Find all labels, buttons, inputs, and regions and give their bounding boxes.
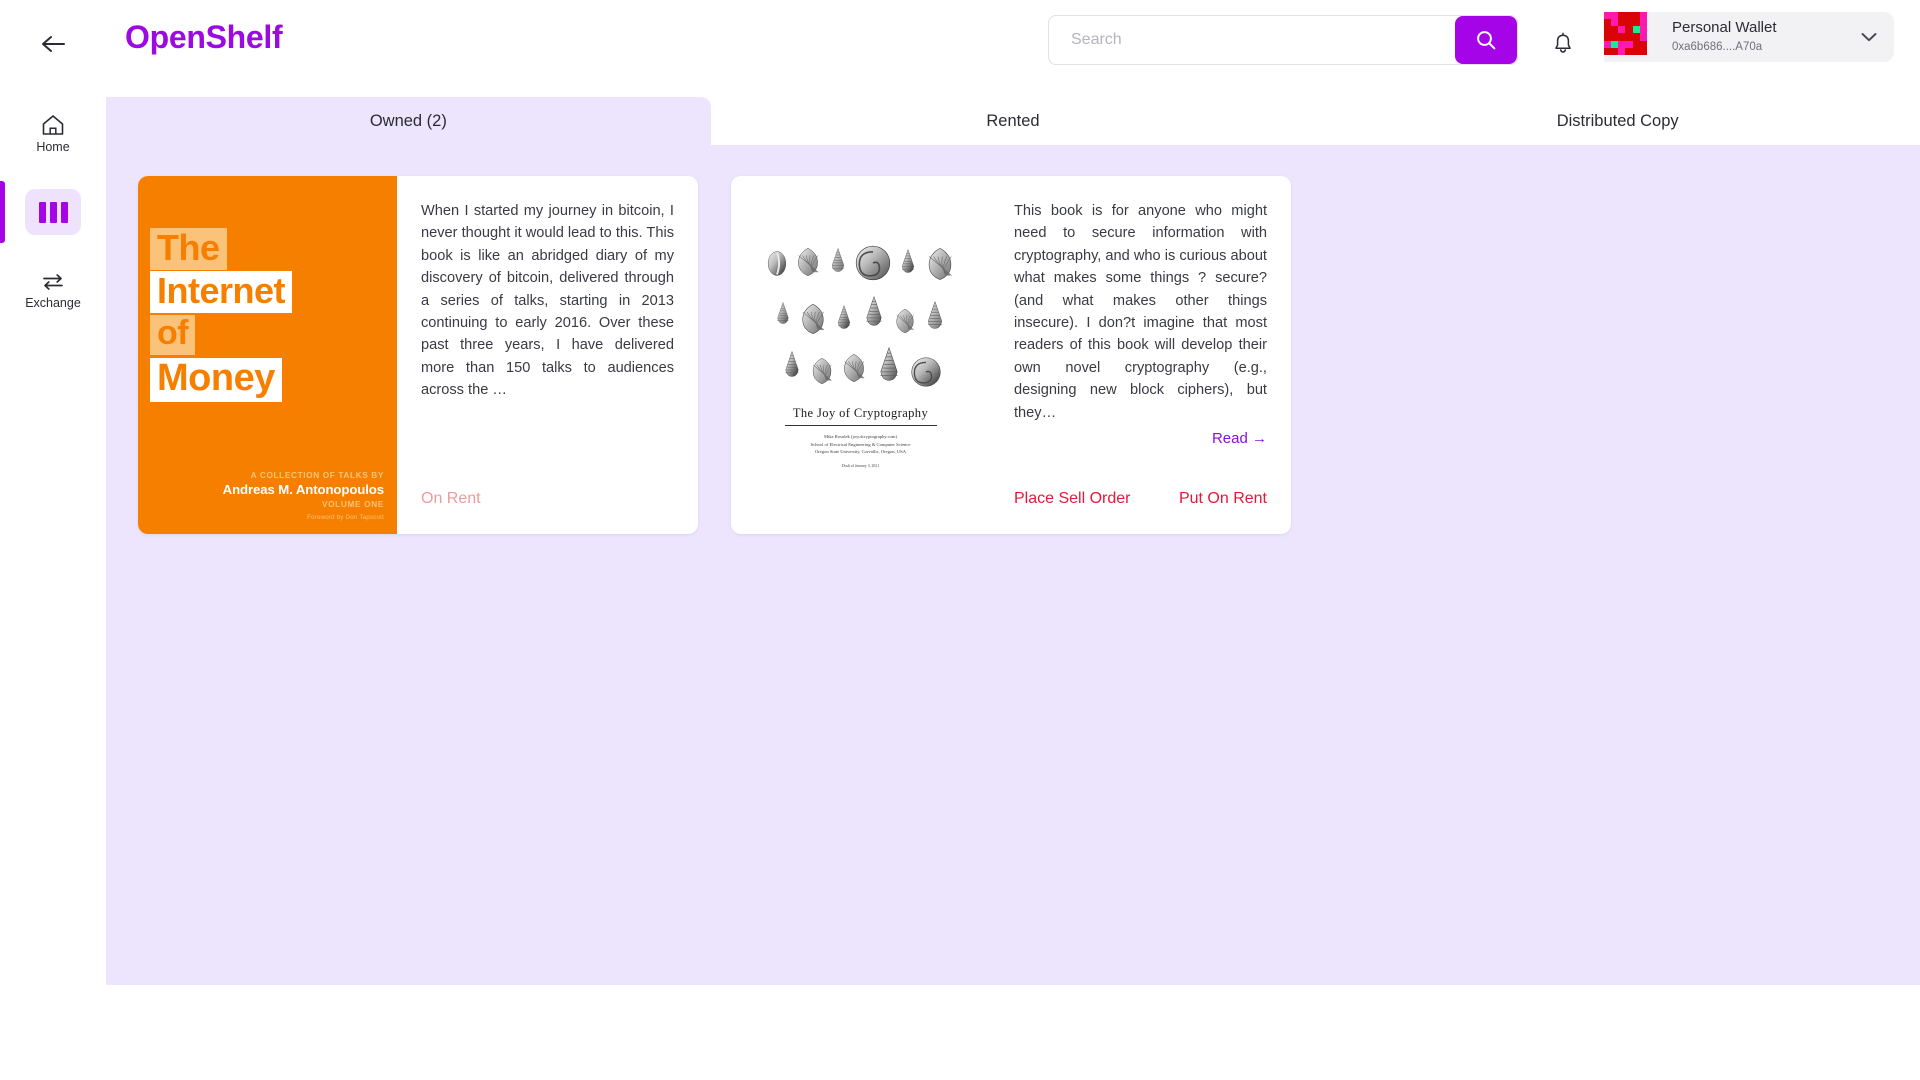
shell-icon [802,303,825,334]
sidebar-item-bookshelf[interactable] [0,181,106,243]
book-card-actions: On Rent [421,490,674,508]
sidebar-item-home[interactable]: Home [0,101,106,165]
sidebar-item-label: Home [36,139,70,154]
app-header: OpenShelf Personal Wallet 0 [0,0,1920,86]
shelf-bar [38,201,46,223]
search-input[interactable] [1049,16,1455,64]
bell-icon [1555,32,1571,53]
book-cover-internet-of-money: The Internet of Money A COLLECTION OF TA… [138,176,397,534]
wallet-name: Personal Wallet [1672,19,1777,37]
read-button[interactable]: Read → [1212,430,1267,447]
sidebar: Home Exchange [0,86,106,1080]
cover-title-line: The [150,228,227,271]
arrow-left-icon [42,36,65,52]
brand-logo[interactable]: OpenShelf [125,19,283,56]
search-button[interactable] [1455,16,1517,64]
cover-title-line: of [150,315,196,356]
cover-title: The Joy of Cryptography [792,406,929,420]
shell-icon [837,304,851,329]
home-icon [42,114,64,135]
shell-icon [866,295,882,326]
avatar [1604,12,1654,62]
cover-foreword: Foreword by Don Tapscott [307,514,384,521]
cover-title-line: Money [150,358,282,403]
book-card-actions: Place Sell Order Put On Rent [1014,490,1267,508]
shell-icon [777,301,789,324]
wallet-dropdown-toggle[interactable] [1860,31,1878,43]
shell-icon [927,300,943,329]
book-card-body: This book is for anyone who might need t… [990,176,1291,534]
shelf-bar [49,201,57,223]
exchange-arrows-icon [43,273,63,290]
book-card-list: The Internet of Money A COLLECTION OF TA… [138,176,1291,534]
bookshelf-icon [25,189,81,235]
shell-icon [843,353,864,383]
shell-icon [784,350,799,377]
shell-icon [879,346,898,381]
book-cover-joy-of-cryptography: The Joy of Cryptography Mike Rosulek (jo… [731,176,990,534]
back-button[interactable] [38,30,70,58]
cover-author: Andreas M. Antonopoulos [222,482,384,497]
shelf-bar [60,201,68,223]
wallet-selector[interactable]: Personal Wallet 0xa6b686....A70a [1604,11,1894,63]
shell-icon [798,247,819,277]
cover-credits: A COLLECTION OF TALKS BY Andreas M. Anto… [223,470,384,521]
search-icon [1477,31,1496,50]
shell-icon [928,248,952,280]
shell-illustration [761,236,961,390]
wallet-info: Personal Wallet 0xa6b686....A70a [1654,12,1894,62]
cover-divider [784,425,937,426]
put-on-rent-button[interactable]: Put On Rent [1179,490,1267,508]
cover-collection-text: A COLLECTION OF TALKS BY [250,470,384,480]
shell-icon [901,248,915,273]
search-bar [1048,15,1518,65]
cover-title-line: Internet [150,271,293,314]
book-card[interactable]: The Internet of Money A COLLECTION OF TA… [138,176,698,534]
tab-owned[interactable]: Owned (2) [106,97,711,145]
shell-icon [896,308,914,334]
book-description: When I started my journey in bitcoin, I … [421,203,674,399]
cover-volume: VOLUME ONE [321,500,384,509]
sidebar-item-exchange[interactable]: Exchange [0,258,106,322]
app-root: OpenShelf Personal Wallet 0 [0,0,1920,1080]
shell-icon [812,357,832,385]
wallet-address: 0xa6b686....A70a [1672,41,1763,54]
notifications-button[interactable] [1549,30,1577,58]
shell-icon [767,251,787,276]
main-content: Owned (2) Rented Distributed Copy The In… [106,97,1920,985]
tab-rented[interactable]: Rented [710,97,1316,145]
chevron-down-icon [1861,33,1877,42]
shell-icon [855,245,891,281]
shell-icon [831,247,845,272]
cover-subtitle: Mike Rosulek (joyofcryptography.com) Scho… [810,434,911,455]
book-card-body: When I started my journey in bitcoin, I … [397,176,698,534]
sidebar-item-label: Exchange [25,295,81,310]
cover-date: Draft of January 3, 2021 [841,463,880,468]
shell-icon [910,357,941,387]
tab-bar: Owned (2) Rented Distributed Copy [106,97,1920,145]
place-sell-order-button[interactable]: Place Sell Order [1014,490,1131,508]
tab-distributed-copy[interactable]: Distributed Copy [1315,97,1920,145]
book-description: This book is for anyone who might need t… [1014,203,1267,421]
book-card[interactable]: The Joy of Cryptography Mike Rosulek (jo… [731,176,1291,534]
status-badge: On Rent [421,490,481,507]
